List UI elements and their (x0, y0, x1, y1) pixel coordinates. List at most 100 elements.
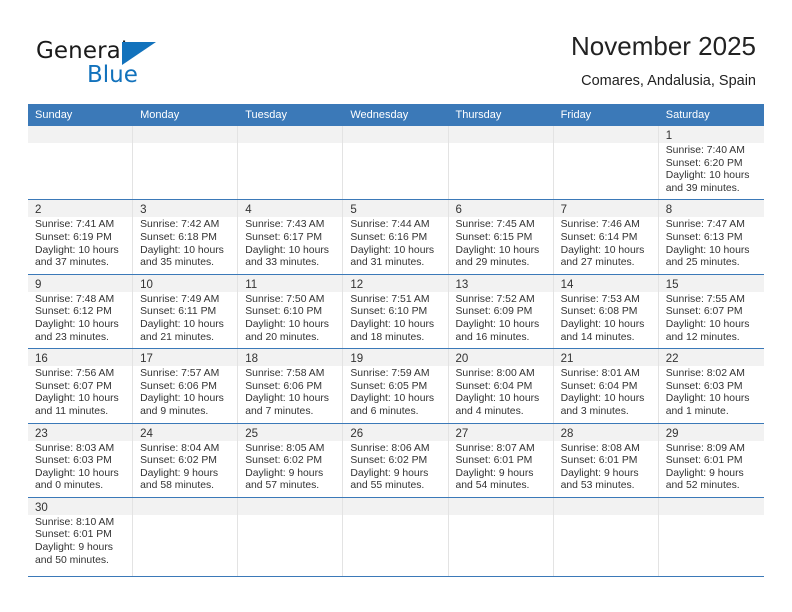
daylight-text: Daylight: 9 hours and 50 minutes. (35, 542, 113, 566)
daylight-text: Daylight: 10 hours and 6 minutes. (350, 393, 435, 417)
logo-text-general: General (36, 38, 128, 64)
day-info: Sunrise: 7:58 AM Sunset: 6:06 PM Daylight:… (238, 366, 342, 422)
day-number-bar: 8 (658, 200, 764, 218)
calendar-day-cell[interactable]: 1 Sunrise: 7:40 AM Sunset: 6:20 PM Daylight… (658, 126, 764, 200)
calendar-day-cell[interactable]: 6 Sunrise: 7:45 AM Sunset: 6:15 PM Daylight… (448, 200, 554, 274)
calendar-day-cell[interactable]: 17 Sunrise: 7:57 AM Sunset: 6:06 PM Dayligh… (133, 349, 239, 423)
sunrise-text: Sunrise: 8:03 AM (35, 442, 115, 454)
daylight-text: Daylight: 10 hours and 0 minutes. (35, 467, 119, 492)
calendar-day-cell[interactable]: 29 Sunrise: 8:09 AM Sunset: 6:01 PM Dayligh… (658, 423, 764, 497)
day-number-bar (448, 126, 553, 143)
calendar-week-row: 1 Sunrise: 7:40 AM Sunset: 6:20 PM Daylight… (28, 126, 764, 201)
calendar-day-cell[interactable]: 7 Sunrise: 7:46 AM Sunset: 6:14 PM Daylight… (553, 200, 659, 274)
calendar-day-cell[interactable]: 4 Sunrise: 7:43 AM Sunset: 6:17 PM Daylight… (238, 200, 344, 274)
sunrise-text: Sunrise: 8:01 AM (560, 368, 640, 380)
calendar-day-cell[interactable]: 27 Sunrise: 8:07 AM Sunset: 6:01 PM Dayligh… (448, 423, 554, 497)
calendar-day-cell[interactable]: 20 Sunrise: 8:00 AM Sunset: 6:04 PM Dayligh… (448, 349, 554, 423)
sunset-text: Sunset: 6:15 PM (455, 231, 533, 243)
day-number: 12 (350, 278, 364, 291)
sunrise-text: Sunrise: 7:47 AM (665, 219, 745, 231)
calendar-day-cell[interactable]: 25 Sunrise: 8:05 AM Sunset: 6:02 PM Dayligh… (238, 423, 344, 497)
calendar-day-cell[interactable]: 3 Sunrise: 7:42 AM Sunset: 6:18 PM Daylight… (133, 200, 239, 274)
weekday-header-thursday: Thursday (455, 109, 502, 121)
sunrise-text: Sunrise: 8:10 AM (35, 516, 115, 528)
calendar-day-cell[interactable]: 8 Sunrise: 7:47 AM Sunset: 6:13 PM Daylight… (658, 200, 764, 274)
daylight-text: Daylight: 10 hours and 1 minute. (665, 393, 750, 417)
calendar-day-cell[interactable]: 21 Sunrise: 8:01 AM Sunset: 6:04 PM Dayligh… (553, 349, 659, 423)
calendar-day-cell[interactable]: 24 Sunrise: 8:04 AM Sunset: 6:02 PM Dayligh… (133, 423, 239, 497)
daylight-text: Daylight: 9 hours and 55 minutes. (350, 467, 429, 492)
calendar-day-cell[interactable]: 12 Sunrise: 7:51 AM Sunset: 6:10 PM Dayligh… (343, 274, 449, 349)
calendar-day-cell[interactable]: 19 Sunrise: 7:59 AM Sunset: 6:05 PM Dayligh… (343, 349, 449, 423)
day-number: 1 (665, 130, 673, 142)
sunset-text: Sunset: 6:08 PM (560, 306, 638, 318)
day-info: Sunrise: 7:57 AM Sunset: 6:06 PM Daylight:… (133, 366, 237, 422)
day-info: Sunrise: 8:00 AM Sunset: 6:04 PM Daylight:… (449, 366, 553, 422)
calendar-day-cell[interactable]: 14 Sunrise: 7:53 AM Sunset: 6:08 PM Dayligh… (553, 274, 659, 349)
sunset-text: Sunset: 6:18 PM (140, 231, 217, 243)
day-number-bar: 18 (238, 349, 343, 367)
calendar-week-row: 30 Sunrise: 8:10 AM Sunset: 6:01 PM Dayligh… (28, 497, 764, 577)
calendar-day-cell[interactable]: 28 Sunrise: 8:08 AM Sunset: 6:01 PM Dayligh… (553, 423, 659, 497)
calendar-day-cell[interactable]: 26 Sunrise: 8:06 AM Sunset: 6:02 PM Dayligh… (343, 423, 449, 497)
daylight-text: Daylight: 10 hours and 4 minutes. (455, 393, 540, 417)
day-number: 14 (560, 278, 574, 291)
day-number-bar: 26 (343, 423, 448, 441)
day-number-bar: 3 (133, 200, 238, 218)
day-number: 8 (665, 204, 673, 217)
calendar-day-cell[interactable]: 9 Sunrise: 7:48 AM Sunset: 6:12 PM Daylight… (28, 274, 134, 349)
sunrise-text: Sunrise: 7:46 AM (560, 219, 640, 231)
day-number-bar: 29 (658, 423, 764, 441)
day-number: 17 (140, 353, 153, 366)
sunrise-text: Sunrise: 8:08 AM (560, 442, 640, 454)
daylight-text: Daylight: 10 hours and 27 minutes. (560, 244, 645, 269)
calendar-day-cell[interactable]: 13 Sunrise: 7:52 AM Sunset: 6:09 PM Dayligh… (448, 274, 554, 349)
day-info: Sunrise: 7:47 AM Sunset: 6:13 PM Daylight:… (659, 217, 764, 273)
calendar-day-cell[interactable]: 11 Sunrise: 7:50 AM Sunset: 6:10 PM Dayligh… (238, 274, 344, 349)
sunrise-text: Sunrise: 7:49 AM (140, 293, 220, 305)
calendar-day-cell[interactable]: 22 Sunrise: 8:02 AM Sunset: 6:03 PM Dayligh… (658, 349, 764, 423)
calendar-day-cell[interactable]: 2 Sunrise: 7:41 AM Sunset: 6:19 PM Daylight… (28, 200, 134, 274)
calendar-week-row: 2 Sunrise: 7:41 AM Sunset: 6:19 PM Daylight… (28, 200, 764, 275)
sunset-text: Sunset: 6:01 PM (455, 455, 533, 467)
day-info: Sunrise: 7:48 AM Sunset: 6:12 PM Daylight:… (28, 292, 132, 348)
day-number-bar: 30 (28, 497, 133, 515)
day-info: Sunrise: 8:06 AM Sunset: 6:02 PM Daylight:… (343, 441, 447, 497)
day-info: Sunrise: 7:55 AM Sunset: 6:07 PM Daylight:… (659, 292, 764, 348)
calendar-grid: Sunday Monday Tuesday Wednesday Thursday Frid… (28, 104, 764, 577)
day-info: Sunrise: 8:03 AM Sunset: 6:03 PM Daylight:… (28, 441, 132, 497)
sunrise-text: Sunrise: 7:44 AM (350, 219, 430, 231)
day-number: 28 (560, 427, 574, 440)
calendar-day-cell[interactable]: 16 Sunrise: 7:56 AM Sunset: 6:07 PM Dayligh… (28, 349, 134, 423)
calendar-day-cell[interactable]: 23 Sunrise: 8:03 AM Sunset: 6:03 PM Dayligh… (28, 423, 134, 497)
general-blue-logo[interactable]: General Blue (36, 38, 236, 94)
day-info: Sunrise: 7:52 AM Sunset: 6:09 PM Daylight:… (449, 292, 553, 348)
calendar-day-cell[interactable]: 30 Sunrise: 8:10 AM Sunset: 6:01 PM Dayligh… (28, 497, 134, 576)
sunset-text: Sunset: 6:16 PM (350, 231, 428, 243)
calendar-day-cell[interactable]: 15 Sunrise: 7:55 AM Sunset: 6:07 PM Dayligh… (658, 274, 764, 349)
day-number-bar: 27 (448, 423, 553, 441)
calendar-day-cell[interactable]: 10 Sunrise: 7:49 AM Sunset: 6:11 PM Dayligh… (133, 274, 239, 349)
title-block: November 2025 Comares, Andalusia, Spain (571, 30, 756, 91)
day-number-bar (28, 126, 133, 143)
daylight-text: Daylight: 10 hours and 14 minutes. (560, 318, 645, 343)
daylight-text: Daylight: 10 hours and 16 minutes. (455, 318, 540, 343)
day-info: Sunrise: 7:56 AM Sunset: 6:07 PM Daylight:… (28, 366, 132, 422)
sunrise-text: Sunrise: 7:51 AM (350, 293, 430, 305)
calendar-day-cell[interactable]: 18 Sunrise: 7:58 AM Sunset: 6:06 PM Dayligh… (238, 349, 344, 423)
logo-text-blue: Blue (87, 62, 138, 88)
calendar-day-cell-empty (28, 126, 134, 200)
calendar-day-cell-empty (448, 126, 554, 200)
day-info: Sunrise: 7:49 AM Sunset: 6:11 PM Daylight:… (133, 292, 237, 348)
sunrise-text: Sunrise: 7:48 AM (35, 293, 115, 305)
daylight-text: Daylight: 10 hours and 7 minutes. (245, 393, 329, 417)
day-number-bar: 24 (133, 423, 238, 441)
calendar-weeks: 1 Sunrise: 7:40 AM Sunset: 6:20 PM Daylight… (28, 126, 764, 577)
daylight-text: Daylight: 9 hours and 57 minutes. (245, 467, 324, 492)
sunrise-text: Sunrise: 8:02 AM (665, 368, 745, 380)
day-number: 10 (140, 278, 153, 291)
day-number: 18 (245, 353, 259, 366)
calendar-day-cell[interactable]: 5 Sunrise: 7:44 AM Sunset: 6:16 PM Daylight… (343, 200, 449, 274)
day-info: Sunrise: 7:46 AM Sunset: 6:14 PM Daylight:… (554, 217, 658, 273)
day-number: 25 (245, 427, 259, 440)
